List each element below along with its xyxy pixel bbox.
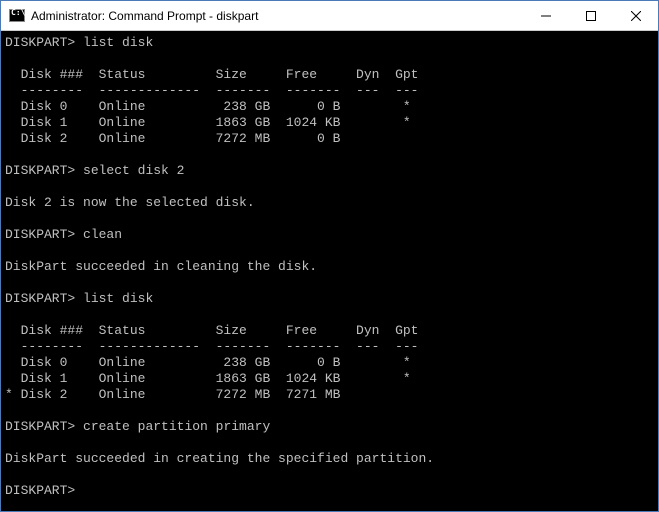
command-text: list disk [83, 35, 153, 50]
window-controls [523, 1, 658, 30]
close-icon [631, 11, 641, 21]
table-row: Disk 0 Online 238 GB 0 B * [5, 99, 411, 114]
table-row: Disk 0 Online 238 GB 0 B * [5, 355, 411, 370]
output-message: Disk 2 is now the selected disk. [5, 195, 255, 210]
close-button[interactable] [613, 1, 658, 30]
prompt: DISKPART> [5, 163, 75, 178]
terminal-output[interactable]: DISKPART> list disk Disk ### Status Size… [1, 31, 658, 511]
prompt: DISKPART> [5, 35, 75, 50]
command-text: select disk 2 [83, 163, 184, 178]
table-divider: -------- ------------- ------- ------- -… [5, 339, 418, 354]
command-text: create partition primary [83, 419, 270, 434]
table-row: Disk 2 Online 7272 MB 0 B [5, 131, 340, 146]
command-text: list disk [83, 291, 153, 306]
table-header: Disk ### Status Size Free Dyn Gpt [5, 323, 418, 338]
prompt: DISKPART> [5, 227, 75, 242]
command-prompt-window: C:\ Administrator: Command Prompt - disk… [0, 0, 659, 512]
output-message: DiskPart succeeded in creating the speci… [5, 451, 434, 466]
window-title: Administrator: Command Prompt - diskpart [31, 9, 523, 23]
minimize-button[interactable] [523, 1, 568, 30]
maximize-icon [586, 11, 596, 21]
table-row: * Disk 2 Online 7272 MB 7271 MB [5, 387, 340, 402]
table-row: Disk 1 Online 1863 GB 1024 KB * [5, 371, 411, 386]
table-divider: -------- ------------- ------- ------- -… [5, 83, 418, 98]
output-message: DiskPart succeeded in cleaning the disk. [5, 259, 317, 274]
titlebar[interactable]: C:\ Administrator: Command Prompt - disk… [1, 1, 658, 31]
minimize-icon [541, 11, 551, 21]
prompt: DISKPART> [5, 419, 75, 434]
command-text: clean [83, 227, 122, 242]
maximize-button[interactable] [568, 1, 613, 30]
table-header: Disk ### Status Size Free Dyn Gpt [5, 67, 418, 82]
prompt: DISKPART> [5, 483, 75, 498]
table-row: Disk 1 Online 1863 GB 1024 KB * [5, 115, 411, 130]
prompt: DISKPART> [5, 291, 75, 306]
cmd-icon: C:\ [9, 9, 25, 23]
